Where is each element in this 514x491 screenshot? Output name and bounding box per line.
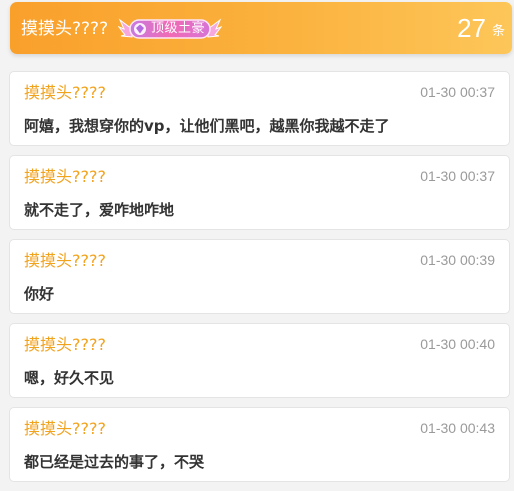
message-timestamp: 01-30 00:43 (420, 420, 495, 436)
chat-header: 摸摸头???? 顶级土豪 27 条 (10, 2, 512, 54)
message-count-unit: 条 (491, 24, 505, 39)
badge-label: 顶级土豪 (151, 21, 206, 36)
message-username[interactable]: 摸摸头???? (24, 83, 106, 103)
message-text: 嗯，好久不见 (24, 369, 115, 387)
message-timestamp: 01-30 00:39 (420, 252, 495, 268)
message-text: 你好 (24, 285, 55, 303)
message-item: 摸摸头???? 01-30 00:39 你好 (9, 239, 510, 314)
message-username[interactable]: 摸摸头???? (24, 251, 106, 271)
message-item: 摸摸头???? 01-30 00:43 都已经是过去的事了，不哭 (9, 407, 510, 482)
message-username[interactable]: 摸摸头???? (24, 167, 106, 187)
message-username[interactable]: 摸摸头???? (24, 335, 106, 355)
rank-badge: 顶级土豪 (118, 15, 222, 43)
message-text: 阿嬉，我想穿你的vp，让他们黑吧，越黑你我越不走了 (24, 117, 390, 135)
message-timestamp: 01-30 00:37 (420, 168, 495, 184)
message-username[interactable]: 摸摸头???? (24, 419, 106, 439)
message-item: 摸摸头???? 01-30 00:37 就不走了，爱咋地咋地 (9, 155, 510, 230)
message-count: 27 (457, 13, 486, 43)
message-text: 都已经是过去的事了，不哭 (24, 453, 205, 471)
message-text: 就不走了，爱咋地咋地 (24, 201, 175, 219)
message-timestamp: 01-30 00:37 (420, 84, 495, 100)
message-item: 摸摸头???? 01-30 00:37 阿嬉，我想穿你的vp，让他们黑吧，越黑你… (9, 71, 510, 146)
header-username[interactable]: 摸摸头???? (21, 19, 108, 39)
message-timestamp: 01-30 00:40 (420, 336, 495, 352)
message-item: 摸摸头???? 01-30 00:40 嗯，好久不见 (9, 323, 510, 398)
